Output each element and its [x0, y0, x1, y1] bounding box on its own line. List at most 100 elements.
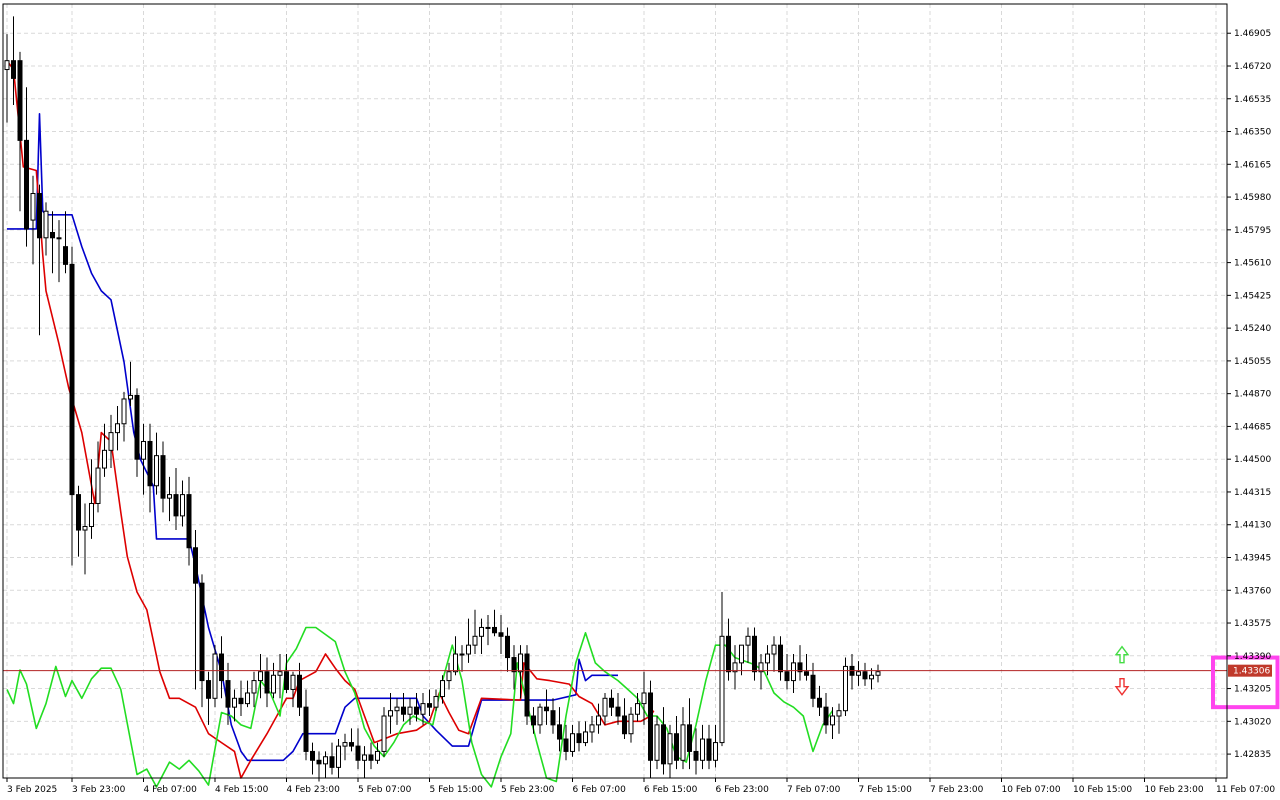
candle-body [303, 706, 309, 752]
candle [349, 728, 354, 752]
candle-body [544, 706, 549, 712]
price-chart[interactable]: 1.43306 1.469051.467201.465351.463501.46… [0, 0, 1280, 800]
candle [134, 388, 140, 477]
candle [615, 692, 621, 725]
candle-body [121, 398, 127, 425]
candle [589, 716, 595, 743]
candle [446, 662, 452, 690]
y-tick-label: 1.45055 [1234, 357, 1271, 367]
candle-body [830, 715, 835, 726]
candle-body [69, 263, 75, 496]
candle [804, 654, 809, 681]
candle [258, 654, 263, 699]
candle-body [706, 738, 712, 761]
candle [271, 662, 276, 699]
candle-body [745, 635, 751, 646]
candle-body [95, 467, 101, 504]
candle [843, 657, 848, 717]
candle-body [43, 210, 49, 239]
candle [674, 716, 679, 770]
candle-body [557, 724, 562, 740]
candle [323, 751, 328, 778]
x-tick-label: 5 Feb 23:00 [501, 785, 555, 795]
y-tick-label: 1.45610 [1234, 259, 1271, 269]
candle-body [128, 394, 133, 400]
candle [310, 742, 315, 775]
x-tick-label: 7 Feb 15:00 [859, 785, 913, 795]
candle-body [622, 715, 627, 735]
candle-body [667, 733, 673, 765]
candle-body [186, 494, 192, 549]
x-tick-label: 11 Feb 07:00 [1216, 785, 1275, 795]
candle-body [76, 494, 81, 531]
candle [524, 645, 530, 725]
plot-frame [2, 3, 1228, 779]
candle [375, 742, 380, 764]
candle-body [674, 733, 679, 761]
candle-body [154, 455, 159, 487]
candle [173, 468, 179, 531]
candle-body [277, 671, 283, 676]
candle [381, 707, 387, 757]
candle-body [446, 671, 452, 682]
candle [245, 680, 250, 708]
candle [758, 654, 764, 690]
candle [537, 703, 543, 734]
candle [836, 703, 842, 734]
candle [687, 698, 692, 770]
candle-body [459, 653, 465, 656]
y-tick-label: 1.46905 [1234, 29, 1271, 39]
arrow-up-icon [1114, 645, 1130, 664]
candle [732, 645, 738, 690]
candle [810, 662, 816, 708]
y-tick-label: 1.44315 [1234, 488, 1271, 498]
y-tick-label: 1.44685 [1234, 422, 1271, 432]
candle-body [199, 582, 205, 682]
candle-body [349, 742, 354, 747]
candle [212, 645, 218, 708]
x-tick-label: 6 Feb 15:00 [644, 785, 698, 795]
candle-body [823, 706, 829, 726]
candle [849, 654, 855, 690]
candle [89, 459, 94, 539]
y-tick-label: 1.46535 [1234, 95, 1271, 105]
candle-body [479, 626, 484, 637]
y-tick-label: 1.43575 [1234, 619, 1271, 629]
candle-body [115, 423, 120, 434]
candle [355, 728, 361, 770]
axes: 1.46905 1.46720 1.46535 1.46350 1.46165 1.459… [2, 3, 1275, 795]
candle-body [264, 671, 270, 694]
candle-body [784, 671, 790, 682]
x-tick-label: 5 Feb 15:00 [430, 785, 484, 795]
candle [817, 685, 822, 717]
x-tick-label: 3 Feb 2025 [7, 785, 57, 795]
candle [167, 476, 172, 522]
y-tick-label: 1.42835 [1234, 750, 1271, 760]
candle [277, 654, 283, 699]
candle [141, 423, 146, 495]
candle [622, 698, 627, 740]
candle [4, 34, 10, 123]
y-tick-label: 1.45425 [1234, 291, 1271, 301]
x-tick-label: 10 Feb 15:00 [1073, 785, 1132, 795]
candle-body [180, 494, 185, 517]
candle-body [232, 697, 237, 708]
candle [128, 361, 133, 407]
candle [472, 609, 478, 655]
candle-body [524, 653, 530, 717]
candle-body [193, 547, 198, 584]
candle-body [245, 692, 250, 705]
candle-body [570, 733, 575, 752]
candle-body [531, 715, 536, 726]
candle-body [381, 715, 387, 752]
x-tick-label: 6 Feb 23:00 [716, 785, 770, 795]
candle [505, 627, 510, 672]
candle [342, 733, 348, 761]
candle-body [862, 671, 868, 680]
candle [609, 689, 614, 717]
candle-body [817, 697, 822, 708]
candle-body [368, 754, 374, 761]
candle-body [602, 697, 608, 717]
candle-body [537, 706, 543, 726]
y-tick-label: 1.46165 [1234, 160, 1271, 170]
